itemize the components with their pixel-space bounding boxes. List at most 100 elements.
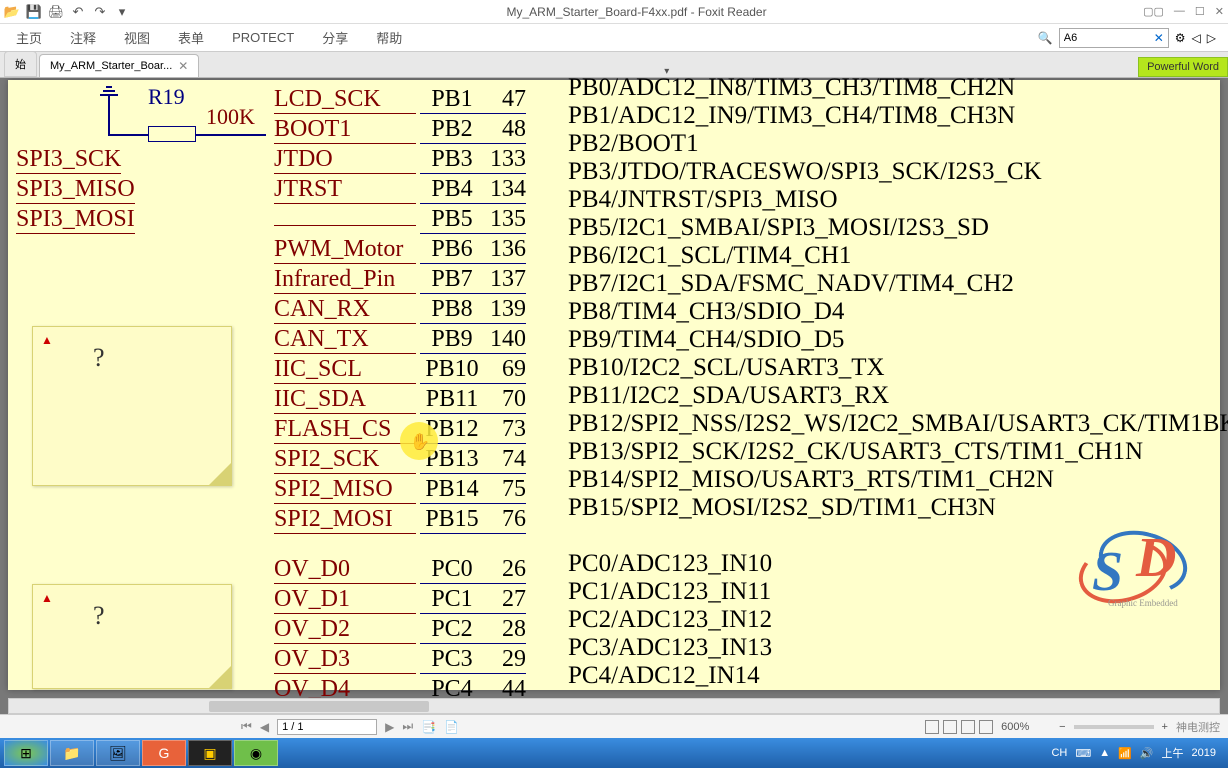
sticky-note-2[interactable]: ▲ ? [32, 584, 232, 689]
schematic-pin-row: OV_D0PC026 [274, 556, 526, 584]
gear-icon[interactable]: ⚙ [1175, 31, 1186, 45]
schematic-pin-row: PB5135 [274, 206, 526, 234]
tab-overflow-icon[interactable]: ▾ [664, 66, 675, 77]
taskbar-explorer[interactable]: 📁 [50, 740, 94, 766]
datasheet-line: PB7/I2C1_SDA/FSMC_NADV/TIM4_CH2 [568, 270, 1228, 298]
tab-bar: 始 My_ARM_Starter_Boar... ✕ ▾ Powerful Wo… [0, 52, 1228, 78]
menu-view[interactable]: 视图 [120, 24, 154, 51]
document-area[interactable]: R19 100K SPI3_SCKSPI3_MISOSPI3_MOSILCD_S… [0, 78, 1228, 714]
page-nav: ⏮ ◀ ▶ ⏭ 📑 📄 [241, 719, 459, 735]
schematic-pin-row: OV_D3PC329 [274, 646, 526, 674]
save-icon[interactable]: 💾 [26, 4, 42, 20]
first-page-icon[interactable]: ⏮ [241, 719, 252, 734]
zoom-out-icon[interactable]: − [1059, 721, 1065, 733]
menu-protect[interactable]: PROTECT [228, 26, 298, 49]
lang-indicator[interactable]: CH [1051, 747, 1067, 759]
menu-help[interactable]: 帮助 [372, 24, 406, 51]
last-page-icon[interactable]: ⏭ [402, 719, 413, 734]
status-right: 600% − + 神电测控 [925, 719, 1220, 735]
ribbon-min-icon[interactable]: ▢▢ [1143, 5, 1164, 18]
menu-form[interactable]: 表单 [174, 24, 208, 51]
zoom-in-icon[interactable]: + [1162, 721, 1168, 733]
schematic-pin-row: JTRSTPB4134 [274, 176, 526, 204]
system-tray[interactable]: CH ⌨ ▲ 📶 🔊 上午 2019 [1051, 745, 1224, 761]
datasheet-text: PB0/ADC12_IN8/TIM3_CH3/TIM8_CH2NPB1/ADC1… [568, 78, 1228, 690]
maximize-icon[interactable]: ☐ [1195, 5, 1205, 18]
clock-date[interactable]: 2019 [1192, 747, 1216, 759]
datasheet-line: PC0/ADC123_IN10 [568, 550, 1228, 578]
search-input[interactable] [1064, 32, 1134, 44]
zoom-level[interactable]: 600% [1001, 721, 1051, 733]
undo-icon[interactable]: ↶ [70, 4, 86, 20]
horizontal-scrollbar[interactable] [8, 698, 1220, 714]
dropdown-icon[interactable]: ▾ [114, 4, 130, 20]
menu-home[interactable]: 主页 [12, 24, 46, 51]
schematic-pin-row: CAN_TXPB9140 [274, 326, 526, 354]
print-icon[interactable]: 🖨 [48, 4, 64, 20]
scrollbar-thumb[interactable] [209, 701, 429, 712]
next-icon[interactable]: ▷ [1207, 31, 1216, 45]
title-bar: 📂 💾 🖨 ↶ ↷ ▾ My_ARM_Starter_Board-F4xx.pd… [0, 0, 1228, 24]
menu-annotate[interactable]: 注释 [66, 24, 100, 51]
datasheet-line: PB9/TIM4_CH4/SDIO_D5 [568, 326, 1228, 354]
datasheet-line: PB12/SPI2_NSS/I2S2_WS/I2C2_SMBAI/USART3_… [568, 410, 1228, 438]
schematic-pin-row: IIC_SDAPB1170 [274, 386, 526, 414]
ime-icon[interactable]: ⌨ [1075, 747, 1091, 760]
tab-start[interactable]: 始 [4, 51, 37, 77]
page-input[interactable] [277, 719, 377, 735]
zoom-slider[interactable] [1074, 725, 1154, 729]
clear-search-icon[interactable]: ✕ [1154, 31, 1164, 45]
net-label: SPI3_SCK [16, 146, 121, 174]
datasheet-line: PB4/JNTRST/SPI3_MISO [568, 186, 1228, 214]
status-bar: ⏮ ◀ ▶ ⏭ 📑 📄 600% − + 神电测控 [0, 714, 1228, 738]
tab-document[interactable]: My_ARM_Starter_Boar... ✕ [39, 54, 199, 77]
datasheet-line: PB13/SPI2_SCK/I2S2_CK/USART3_CTS/TIM1_CH… [568, 438, 1228, 466]
datasheet-line: PB6/I2C1_SCL/TIM4_CH1 [568, 242, 1228, 270]
taskbar-photos[interactable]: 🖼 [96, 740, 140, 766]
taskbar-app1[interactable]: ▣ [188, 740, 232, 766]
next-page-icon[interactable]: ▶ [385, 720, 394, 734]
schematic-pin-row: LCD_SCKPB147 [274, 86, 526, 114]
datasheet-line: PC2/ADC123_IN12 [568, 606, 1228, 634]
taskbar-foxit[interactable]: G [142, 740, 186, 766]
prev-page-icon[interactable]: ◀ [260, 720, 269, 734]
schematic-pin-row: Infrared_PinPB7137 [274, 266, 526, 294]
taskbar-app2[interactable]: ◉ [234, 740, 278, 766]
search-icon[interactable]: 🔍 [1038, 31, 1053, 45]
menu-share[interactable]: 分享 [318, 24, 352, 51]
redo-icon[interactable]: ↷ [92, 4, 108, 20]
quick-access-toolbar: 📂 💾 🖨 ↶ ↷ ▾ [4, 4, 130, 20]
schematic-pin-row: OV_D2PC228 [274, 616, 526, 644]
tray-up-icon[interactable]: ▲ [1099, 747, 1110, 759]
menu-bar: 主页 注释 视图 表单 PROTECT 分享 帮助 🔍 ✕ ⚙ ◁ ▷ [0, 24, 1228, 52]
network-icon[interactable]: 📶 [1118, 747, 1132, 760]
powerful-word-badge[interactable]: Powerful Word [1138, 57, 1228, 77]
search-box[interactable]: ✕ [1059, 28, 1169, 48]
note-text: ? [93, 601, 105, 631]
pdf-page[interactable]: R19 100K SPI3_SCKSPI3_MISOSPI3_MOSILCD_S… [8, 80, 1220, 690]
sticky-note-1[interactable]: ▲ ? [32, 326, 232, 486]
windows-taskbar[interactable]: ⊞ 📁 🖼 G ▣ ◉ CH ⌨ ▲ 📶 🔊 上午 2019 [0, 738, 1228, 768]
clock-time[interactable]: 上午 [1162, 745, 1184, 761]
net-label: SPI3_MOSI [16, 206, 135, 234]
prev-icon[interactable]: ◁ [1192, 31, 1201, 45]
minimize-icon[interactable]: — [1174, 5, 1185, 18]
datasheet-line: PB5/I2C1_SMBAI/SPI3_MOSI/I2S3_SD [568, 214, 1228, 242]
nav-tool-icon[interactable]: 📑 [421, 720, 436, 734]
open-icon[interactable]: 📂 [4, 4, 20, 20]
datasheet-line: PB11/I2C2_SDA/USART3_RX [568, 382, 1228, 410]
schematic-pin-row: OV_D1PC127 [274, 586, 526, 614]
datasheet-line: PB10/I2C2_SCL/USART3_TX [568, 354, 1228, 382]
tab-close-icon[interactable]: ✕ [178, 59, 188, 73]
datasheet-line: PB0/ADC12_IN8/TIM3_CH3/TIM8_CH2N [568, 78, 1228, 102]
view-mode-icons[interactable] [925, 720, 993, 734]
watermark-text: 神电测控 [1176, 719, 1220, 735]
schematic-pin-row: CAN_RXPB8139 [274, 296, 526, 324]
schematic-pin-row: SPI2_MOSIPB1576 [274, 506, 526, 534]
taskbar-start[interactable]: ⊞ [4, 740, 48, 766]
schematic-pin-row: IIC_SCLPB1069 [274, 356, 526, 384]
volume-icon[interactable]: 🔊 [1140, 747, 1154, 760]
datasheet-line: PB15/SPI2_MOSI/I2S2_SD/TIM1_CH3N [568, 494, 1228, 522]
close-icon[interactable]: ✕ [1215, 5, 1224, 18]
nav-tool2-icon[interactable]: 📄 [444, 720, 459, 734]
